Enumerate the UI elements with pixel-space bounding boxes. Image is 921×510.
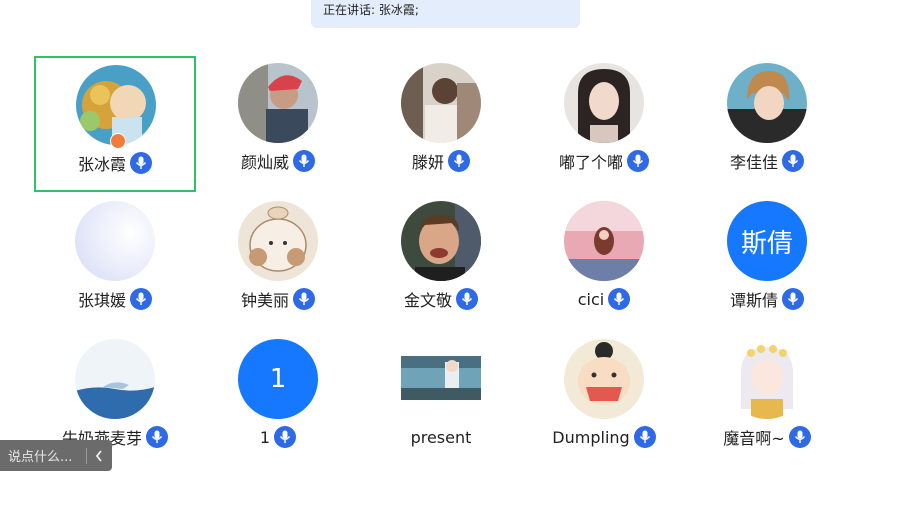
avatar	[727, 339, 807, 419]
participant-name: 嘟了个嘟	[558, 153, 623, 172]
microphone-icon[interactable]	[130, 152, 152, 174]
microphone-icon[interactable]	[448, 150, 470, 172]
avatar	[564, 201, 644, 281]
avatar: 斯倩	[727, 201, 807, 281]
participant-name: 颜灿威	[240, 153, 289, 172]
divider	[86, 447, 87, 464]
participant-tile[interactable]: 张琪媛	[34, 194, 196, 330]
video-thumbnail	[401, 356, 481, 400]
participant-tile[interactable]: 钟美丽	[197, 194, 359, 330]
avatar	[238, 201, 318, 281]
chat-placeholder: 说点什么...	[8, 450, 73, 465]
microphone-icon[interactable]	[633, 426, 656, 448]
participant-tile[interactable]: 魔音啊~	[686, 332, 848, 468]
participant-tile[interactable]: 颜灿威	[197, 56, 359, 192]
participant-tile[interactable]: 李佳佳	[686, 56, 848, 192]
microphone-icon[interactable]	[274, 426, 297, 448]
participant-tile[interactable]: 斯倩 谭斯倩	[686, 194, 848, 330]
microphone-icon[interactable]	[627, 150, 649, 172]
participant-tile[interactable]: 1 1	[197, 332, 359, 468]
microphone-icon[interactable]	[456, 288, 478, 310]
microphone-icon[interactable]	[608, 288, 631, 310]
participant-name: 李佳佳	[729, 153, 778, 172]
participant-tile[interactable]: 张冰霞	[34, 56, 196, 192]
avatar-initials: 1	[269, 364, 287, 394]
speaking-indicator: 正在讲话: 张冰霞;	[311, 0, 580, 28]
avatar	[401, 63, 481, 143]
microphone-icon[interactable]	[782, 150, 804, 172]
microphone-icon[interactable]	[782, 288, 804, 310]
participant-name: Dumpling	[552, 427, 630, 447]
avatar	[727, 63, 807, 143]
avatar	[75, 339, 155, 419]
participant-tile[interactable]: Dumpling	[523, 332, 685, 468]
participant-tile[interactable]: 金文敬	[360, 194, 522, 330]
chevron-left-icon[interactable]	[94, 449, 104, 463]
participant-name: cici	[577, 289, 605, 309]
speaking-label: 正在讲话: 张冰霞;	[323, 3, 419, 17]
participant-name: 谭斯倩	[729, 291, 778, 310]
participant-name: 金文敬	[403, 291, 452, 310]
participant-name: present	[410, 427, 472, 447]
participant-name: 张琪媛	[77, 291, 126, 310]
avatar: 1	[238, 339, 318, 419]
host-icon	[110, 133, 126, 149]
participant-name: 张冰霞	[77, 155, 126, 174]
microphone-icon[interactable]	[130, 288, 152, 310]
participant-tile[interactable]: present	[360, 332, 522, 468]
chat-input[interactable]: 说点什么...	[0, 440, 112, 471]
avatar	[564, 63, 644, 143]
participant-tile[interactable]: cici	[523, 194, 685, 330]
participant-tile[interactable]: 嘟了个嘟	[523, 56, 685, 192]
avatar	[238, 63, 318, 143]
microphone-icon[interactable]	[788, 426, 811, 448]
participant-name: 滕妍	[411, 153, 444, 172]
participant-name: 钟美丽	[240, 291, 289, 310]
avatar	[564, 339, 644, 419]
avatar	[75, 201, 155, 281]
participant-tile[interactable]: 滕妍	[360, 56, 522, 192]
participant-name: 1	[259, 427, 271, 447]
avatar-initials: 斯倩	[740, 228, 793, 259]
meeting-gallery-view: 正在讲话: 张冰霞; 张冰霞 颜灿威 滕妍 嘟了个嘟 李佳佳 张琪媛 钟美丽 金…	[0, 0, 921, 510]
microphone-icon[interactable]	[293, 150, 315, 172]
microphone-icon[interactable]	[293, 288, 315, 310]
microphone-icon[interactable]	[146, 426, 168, 448]
participant-name: 魔音啊~	[723, 429, 785, 448]
avatar	[401, 201, 481, 281]
